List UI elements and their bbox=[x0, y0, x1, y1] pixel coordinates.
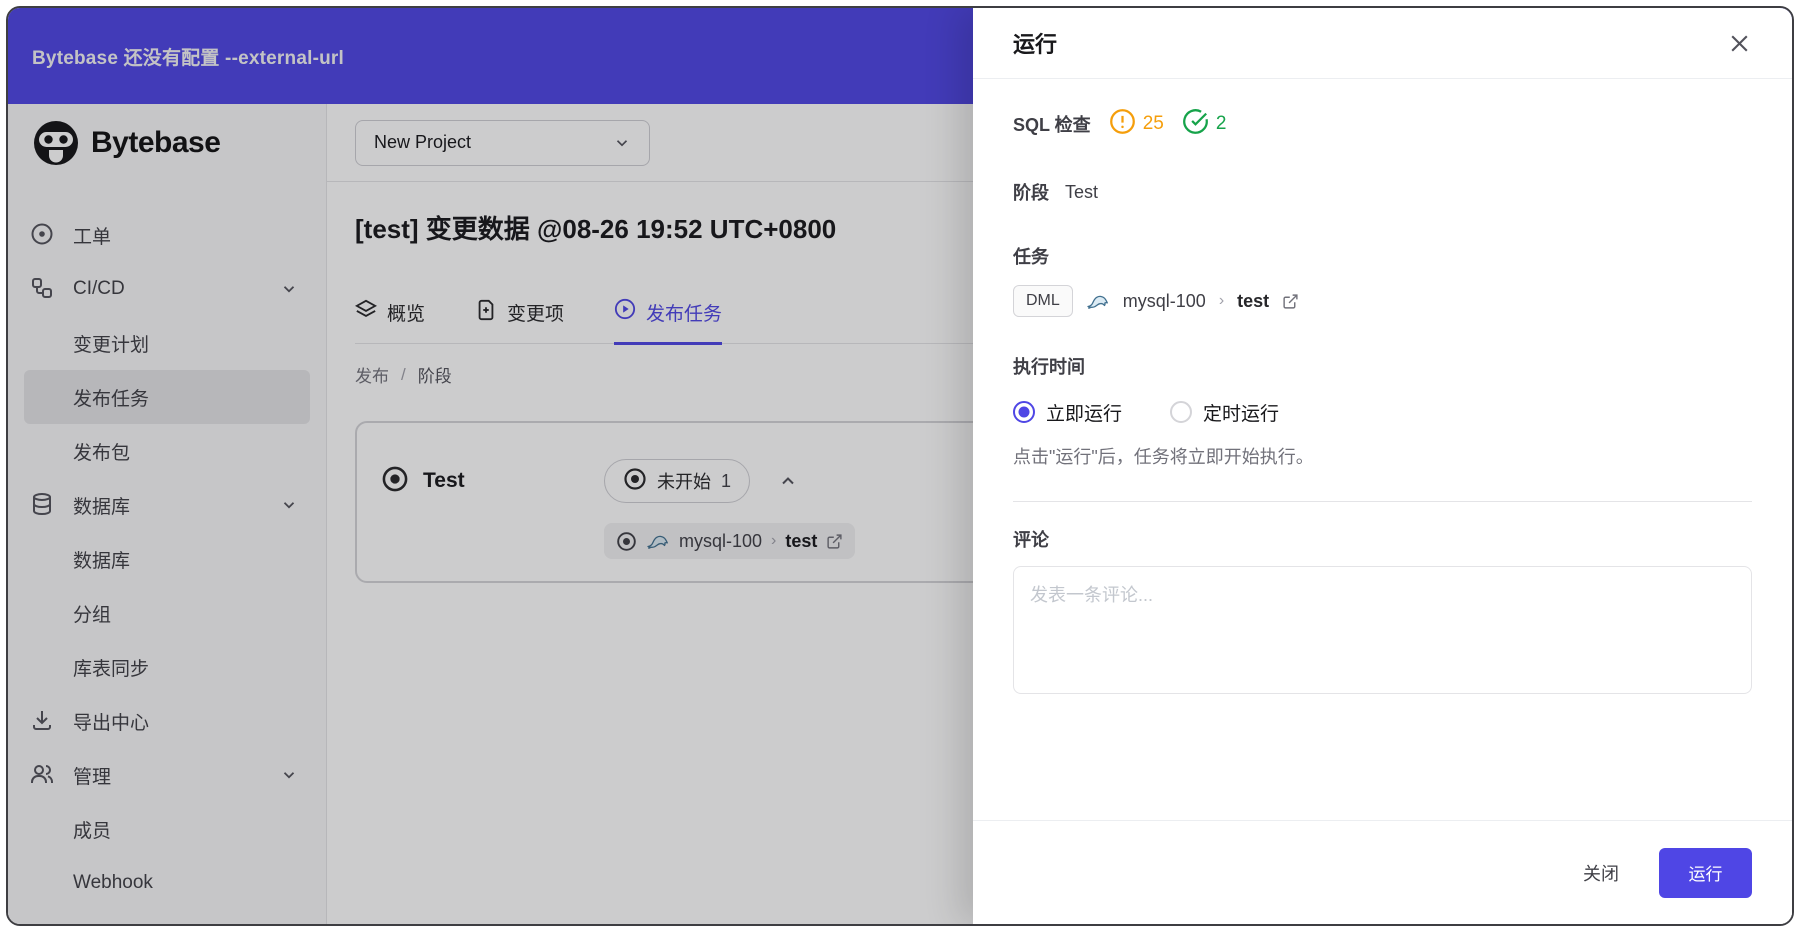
drawer-task-instance: mysql-100 bbox=[1122, 290, 1206, 311]
warning-count: 25 bbox=[1142, 113, 1164, 134]
drawer-footer: 关闭 运行 bbox=[973, 820, 1792, 924]
run-drawer: 运行 SQL 检查 25 2 阶段 Test 任务 DML mysql-100 … bbox=[973, 8, 1792, 924]
close-button[interactable]: 关闭 bbox=[1583, 860, 1619, 886]
run-button[interactable]: 运行 bbox=[1659, 847, 1752, 898]
external-link-icon[interactable] bbox=[1282, 293, 1299, 310]
drawer-task-database[interactable]: test bbox=[1237, 291, 1269, 312]
check-circle-icon bbox=[1182, 108, 1209, 140]
comment-section: 评论 bbox=[1013, 526, 1752, 552]
task-label: 任务 bbox=[1013, 247, 1049, 267]
mysql-icon bbox=[1086, 289, 1110, 313]
drawer-title: 运行 bbox=[1013, 32, 1058, 57]
drawer-body: SQL 检查 25 2 阶段 Test 任务 DML mysql-100 › t… bbox=[973, 79, 1792, 820]
warning-circle-icon bbox=[1109, 108, 1136, 140]
radio-selected-icon bbox=[1013, 401, 1035, 423]
screenshot-frame: Bytebase 还没有配置 --external-url Bytebase 工… bbox=[0, 0, 1800, 932]
stage-row: 阶段 Test bbox=[1013, 179, 1752, 205]
pass-count: 2 bbox=[1215, 113, 1227, 134]
drawer-overlay[interactable] bbox=[8, 8, 973, 924]
dml-badge: DML bbox=[1013, 285, 1073, 317]
comment-input[interactable] bbox=[1013, 566, 1752, 694]
radio-unselected-icon bbox=[1170, 401, 1193, 423]
drawer-header: 运行 bbox=[973, 8, 1792, 79]
task-section: 任务 bbox=[1013, 243, 1752, 269]
stage-value: Test bbox=[1065, 181, 1099, 202]
execution-label: 执行时间 bbox=[1013, 357, 1085, 377]
execution-options: 立即运行 定时运行 bbox=[1013, 399, 1752, 425]
stage-label: 阶段 bbox=[1013, 183, 1049, 203]
chevron-right-icon: › bbox=[1218, 292, 1225, 309]
radio-run-now[interactable]: 立即运行 bbox=[1013, 399, 1122, 426]
execution-hint: 点击"运行"后，任务将立即开始执行。 bbox=[1013, 447, 1314, 467]
execution-section: 执行时间 bbox=[1013, 353, 1752, 379]
app-window: Bytebase 还没有配置 --external-url Bytebase 工… bbox=[6, 6, 1794, 926]
radio-run-scheduled[interactable]: 定时运行 bbox=[1170, 399, 1279, 426]
sql-check-warnings[interactable]: 25 bbox=[1109, 108, 1164, 140]
sql-check-label: SQL 检查 bbox=[1013, 115, 1091, 135]
sql-check-passes[interactable]: 2 bbox=[1182, 108, 1227, 140]
drawer-task-row: DML mysql-100 › test bbox=[1013, 281, 1752, 321]
section-divider bbox=[1013, 501, 1752, 502]
comment-label: 评论 bbox=[1013, 530, 1049, 550]
sql-check-row: SQL 检查 25 2 bbox=[1013, 109, 1752, 139]
close-icon[interactable] bbox=[1727, 31, 1752, 56]
